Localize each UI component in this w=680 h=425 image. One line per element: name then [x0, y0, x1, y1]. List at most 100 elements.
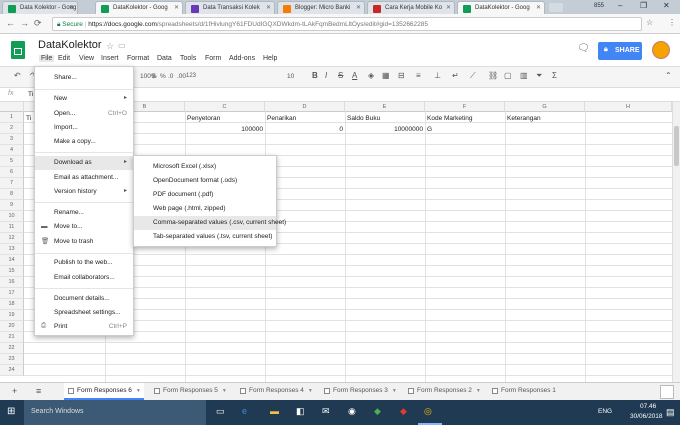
app-icon[interactable]: ◆ — [400, 406, 407, 417]
store-icon[interactable]: ◧ — [296, 406, 305, 417]
row-header[interactable]: 1 — [0, 112, 24, 123]
sheet-tab[interactable]: Form Responses 5 ▼ — [150, 383, 228, 400]
caret-down-icon[interactable]: ▼ — [392, 388, 397, 394]
column-header[interactable]: D — [265, 102, 345, 112]
menu-item-download-as[interactable]: Download as ▸ — [35, 156, 133, 170]
minimize-icon[interactable]: – — [618, 1, 622, 10]
filter-icon[interactable]: ⏷ — [536, 71, 542, 81]
cell-d2[interactable]: 0 — [265, 126, 343, 133]
menu-item-move-to[interactable]: ▬ Move to... — [35, 220, 133, 234]
menu-item-print[interactable]: ⎙ Print Ctrl+P — [35, 320, 133, 334]
browser-tab[interactable]: Cara Kerja Mobile Ko ✕ — [367, 1, 455, 14]
menu-edit[interactable]: Edit — [58, 55, 70, 62]
menu-addons[interactable]: Add-ons — [229, 55, 255, 62]
menu-item-email-collaborators[interactable]: Email collaborators... — [35, 271, 133, 285]
download-ods[interactable]: OpenDocument format (.ods) — [134, 174, 276, 188]
row-header[interactable]: 12 — [0, 233, 24, 244]
browser-tab[interactable]: Blogger: Micro Banki ✕ — [277, 1, 365, 14]
menu-item-import[interactable]: Import... — [35, 121, 133, 135]
row-header[interactable]: 21 — [0, 332, 24, 343]
menu-item-document-details[interactable]: Document details... — [35, 292, 133, 306]
font-size-select[interactable]: 10 — [287, 73, 294, 80]
add-sheet-button[interactable]: + — [12, 386, 17, 396]
cell-a1[interactable]: Ti — [26, 115, 31, 122]
cell-e2[interactable]: 10000000 — [345, 126, 423, 133]
format-percent-button[interactable]: % — [160, 73, 166, 80]
menu-item-make-copy[interactable]: Make a copy... — [35, 135, 133, 149]
cell-d1[interactable]: Penarikan — [267, 115, 296, 122]
row-header[interactable]: 20 — [0, 321, 24, 332]
sheets-logo-icon[interactable] — [11, 41, 25, 59]
app-icon[interactable]: ◆ — [374, 406, 381, 417]
window-close-icon[interactable]: ✕ — [663, 1, 670, 10]
clock-date[interactable]: 30/06/2018 — [630, 413, 663, 420]
menu-item-share[interactable]: Share... — [35, 71, 133, 85]
column-header[interactable]: H — [585, 102, 672, 112]
menu-help[interactable]: Help — [263, 55, 277, 62]
cell-f2[interactable]: G — [427, 126, 432, 133]
sheet-tab[interactable]: Form Responses 4 ▼ — [236, 383, 316, 400]
camera-icon[interactable]: ◉ — [348, 406, 356, 417]
row-header[interactable]: 4 — [0, 145, 24, 156]
functions-icon[interactable]: Σ — [552, 71, 557, 80]
bold-button[interactable]: B — [312, 71, 318, 80]
star-icon[interactable]: ☆ — [106, 41, 114, 52]
text-color-button[interactable]: A — [352, 71, 357, 80]
url-field[interactable]: 🔒︎ Secure | https://docs.google.com/spre… — [52, 17, 642, 31]
number-format-select[interactable]: 123 — [186, 73, 196, 79]
share-button[interactable]: 🔒︎ SHARE — [598, 42, 642, 60]
increase-decimal-button[interactable]: .00 — [177, 73, 186, 80]
close-icon[interactable]: ✕ — [174, 4, 179, 11]
caret-down-icon[interactable]: ▼ — [476, 388, 481, 394]
menu-item-move-trash[interactable]: 🗑︎ Move to trash — [35, 235, 133, 249]
sheet-tab-active[interactable]: Form Responses 6 ▼ — [64, 383, 144, 400]
menu-item-publish[interactable]: Publish to the web... — [35, 256, 133, 270]
download-xlsx[interactable]: Microsoft Excel (.xlsx) — [134, 160, 276, 174]
bookmark-star-icon[interactable]: ☆ — [646, 18, 653, 27]
new-tab-button[interactable] — [549, 3, 563, 12]
cell-f1[interactable]: Kode Marketing — [427, 115, 473, 122]
select-all-corner[interactable] — [0, 102, 24, 112]
download-html[interactable]: Web page (.html, zipped) — [134, 202, 276, 216]
browser-tab[interactable]: Data Transaksi Kolek ✕ — [185, 1, 275, 14]
menu-item-version-history[interactable]: Version history ▸ — [35, 185, 133, 199]
menu-dots-icon[interactable]: ⋮ — [668, 18, 676, 27]
edge-icon[interactable]: e — [242, 406, 247, 416]
row-header[interactable]: 6 — [0, 167, 24, 178]
insert-comment-icon[interactable]: ▢ — [504, 71, 512, 80]
reload-icon[interactable]: ⟳ — [34, 18, 42, 29]
insert-chart-icon[interactable]: ▥ — [520, 71, 528, 80]
menu-format[interactable]: Format — [127, 55, 149, 62]
caret-down-icon[interactable]: ▼ — [308, 388, 313, 394]
column-header[interactable]: F — [425, 102, 505, 112]
row-header[interactable]: 13 — [0, 244, 24, 255]
task-view-icon[interactable]: ▭ — [216, 406, 225, 417]
borders-icon[interactable]: ▦ — [382, 71, 390, 80]
download-pdf[interactable]: PDF document (.pdf) — [134, 188, 276, 202]
row-header[interactable]: 7 — [0, 178, 24, 189]
close-icon[interactable]: ✕ — [446, 4, 451, 11]
cell-c2[interactable]: 100000 — [185, 126, 263, 133]
menu-view[interactable]: View — [79, 55, 94, 62]
browser-tab[interactable]: DataKolektor - Goog ✕ — [457, 1, 545, 14]
row-header[interactable]: 16 — [0, 277, 24, 288]
italic-button[interactable]: I — [325, 71, 327, 80]
row-header[interactable]: 24 — [0, 365, 24, 376]
comments-icon[interactable]: 🗨︎ — [577, 43, 590, 54]
row-header[interactable]: 18 — [0, 299, 24, 310]
insert-link-icon[interactable]: ⛓︎ — [488, 71, 498, 80]
clock-time[interactable]: 07.46 — [640, 403, 656, 410]
sheet-tab[interactable]: Form Responses 2 ▼ — [404, 383, 484, 400]
avatar[interactable] — [652, 41, 670, 59]
download-csv[interactable]: Comma-separated values (.csv, current sh… — [134, 216, 286, 230]
folder-icon[interactable]: ▭ — [118, 41, 126, 50]
all-sheets-button[interactable]: ≡ — [36, 386, 41, 396]
menu-insert[interactable]: Insert — [101, 55, 119, 62]
cell-e1[interactable]: Saldo Buku — [347, 115, 380, 122]
sheet-tab[interactable]: Form Responses 3 ▼ — [320, 383, 400, 400]
row-header[interactable]: 17 — [0, 288, 24, 299]
column-header[interactable]: E — [345, 102, 425, 112]
row-header[interactable]: 11 — [0, 222, 24, 233]
text-wrap-icon[interactable]: ↵ — [452, 71, 459, 80]
language-indicator[interactable]: ENG — [598, 408, 612, 415]
